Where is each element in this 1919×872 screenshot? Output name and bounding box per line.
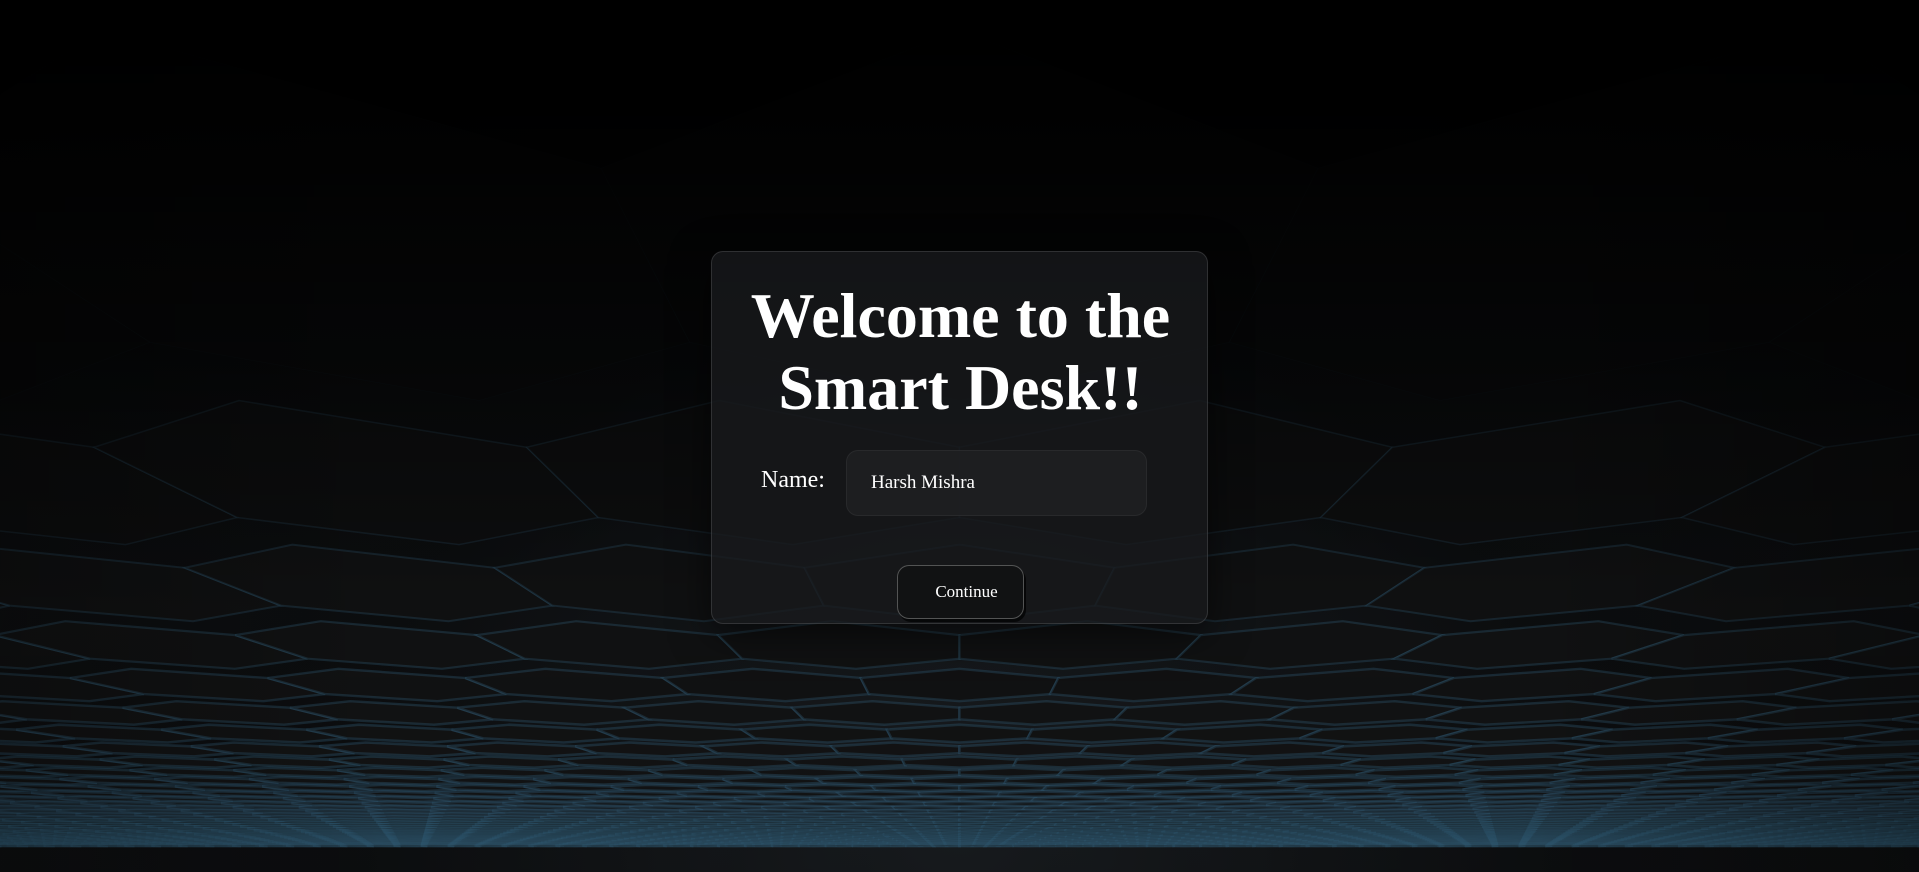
hexagon-tile <box>958 620 1204 670</box>
hexagon-tile <box>464 667 692 703</box>
hexagon-tile <box>1065 843 1095 848</box>
hexagon-tile <box>582 843 614 848</box>
name-input[interactable] <box>846 450 1147 516</box>
hexagon-tile <box>698 741 842 758</box>
hexagon-tile <box>627 775 733 787</box>
continue-button[interactable]: Continue <box>897 565 1024 619</box>
hexagon-tile <box>1186 775 1292 787</box>
hexagon-tile <box>609 843 641 848</box>
hexagon-tile <box>1145 843 1176 848</box>
hexagon-tile <box>929 843 961 848</box>
hexagon-tile <box>958 741 1091 758</box>
hexagon-tile <box>958 766 1067 779</box>
hexagon-tile <box>1112 699 1299 726</box>
hexagon-tile <box>1174 620 1447 670</box>
hexagon-tile <box>715 620 961 670</box>
hexagon-tile <box>620 699 807 726</box>
hexagon-tile <box>555 843 587 848</box>
hexagon-tile <box>1305 843 1337 848</box>
hexagon-tile <box>852 766 961 779</box>
hexagon-tile <box>1055 766 1173 779</box>
hexagon-tile <box>647 766 762 779</box>
hexagon-tile <box>472 620 745 670</box>
hexagon-tile <box>1227 667 1455 703</box>
hexagon-tile <box>909 775 1010 787</box>
hexagon-tile <box>659 667 871 703</box>
hexagon-tile <box>1002 775 1106 787</box>
hexagon-tile <box>544 766 663 779</box>
hexagon-tile <box>689 843 721 848</box>
hexagon-tile <box>789 699 961 726</box>
hexagon-tile <box>813 775 917 787</box>
hexagon-tile <box>1025 723 1182 744</box>
hexagon-tile <box>1077 741 1221 758</box>
hexagon-tile <box>770 843 801 848</box>
hexagon-tile <box>557 755 688 770</box>
hexagon-tile <box>982 843 1014 848</box>
hexagon-tile <box>663 843 694 848</box>
hexagon-tile <box>1252 843 1283 848</box>
hexagon-tile <box>1157 766 1272 779</box>
hexagon-tile <box>672 755 801 770</box>
hexagon-tile <box>523 783 625 793</box>
hexagon-tile <box>743 843 774 848</box>
hexagon-tile <box>1278 843 1310 848</box>
hexagon-tile <box>1118 843 1149 848</box>
welcome-title-line-1: Welcome to the <box>750 280 1171 351</box>
hexagon-tile <box>905 843 937 848</box>
hexagon-tile <box>824 843 854 848</box>
hexagon-tile <box>716 843 747 848</box>
welcome-title: Welcome to the Smart Desk!! <box>712 280 1209 424</box>
hexagon-tile <box>797 843 827 848</box>
hexagon-tile <box>596 723 760 744</box>
hexagon-tile <box>1159 723 1323 744</box>
hexagon-tile <box>1011 755 1136 770</box>
hexagon-tile <box>1118 755 1247 770</box>
hexagon-tile <box>1038 843 1068 848</box>
hexagon-tile <box>828 741 961 758</box>
hexagon-tile <box>958 843 990 848</box>
app-background: Welcome to the Smart Desk!! Name: Contin… <box>0 0 1919 872</box>
welcome-title-line-2: Smart Desk!! <box>778 352 1143 423</box>
hexagon-tile <box>858 667 1061 703</box>
hexagon-tile <box>1012 843 1041 848</box>
hexagon-tile <box>532 775 643 787</box>
hexagon-tile <box>1890 843 1919 848</box>
hexagon-tile <box>783 755 908 770</box>
hexagon-tile <box>878 843 907 848</box>
hexagon-tile <box>574 741 723 758</box>
welcome-card: Welcome to the Smart Desk!! Name: Contin… <box>711 251 1208 624</box>
hexagon-tile <box>958 699 1130 726</box>
hexagon-tile <box>900 755 1019 770</box>
hexagon-tile <box>851 843 881 848</box>
hexagon-tile <box>884 723 1035 744</box>
hexagon-tile <box>737 723 894 744</box>
name-label: Name: <box>761 467 825 493</box>
hexagon-tile <box>746 766 864 779</box>
hexagon-tile <box>1092 843 1122 848</box>
hexagon-tile <box>636 843 667 848</box>
hexagon-tile <box>1225 843 1256 848</box>
hexagon-tile <box>1198 843 1230 848</box>
hexagon-tile <box>1172 843 1203 848</box>
hexagon-tile <box>1048 667 1260 703</box>
